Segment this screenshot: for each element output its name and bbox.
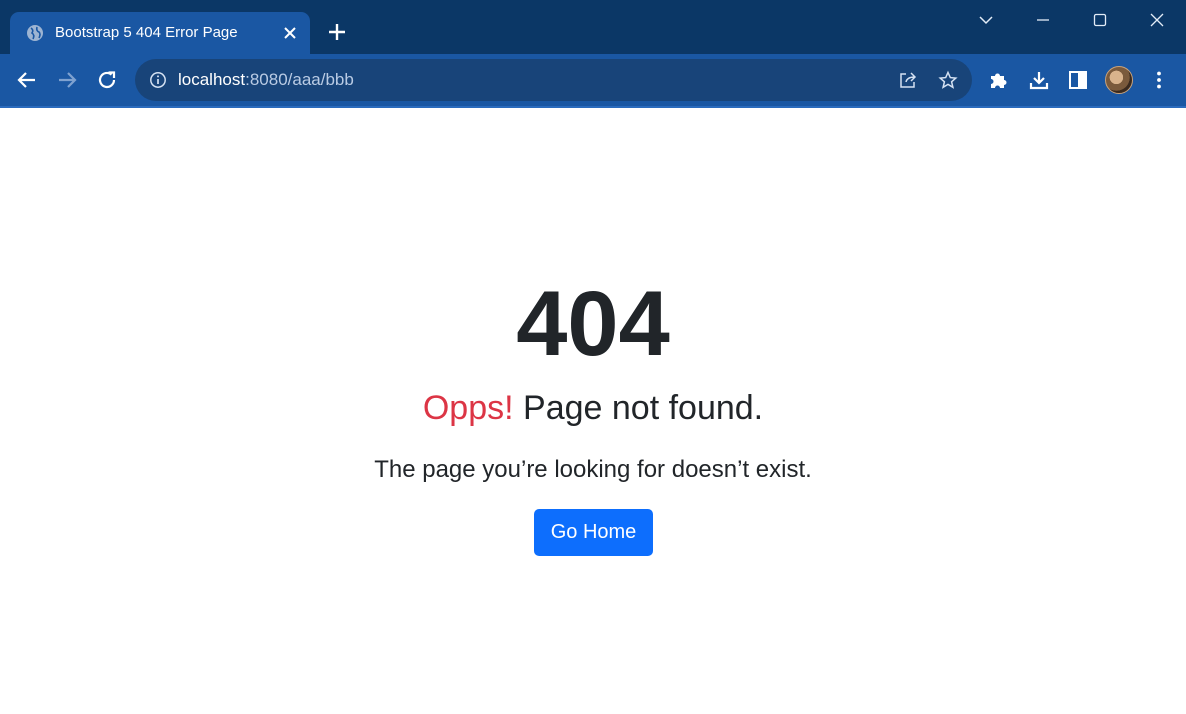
maximize-icon[interactable] [1090, 10, 1110, 30]
bookmark-star-icon[interactable] [938, 70, 958, 90]
info-icon[interactable] [149, 71, 167, 89]
url-host: localhost [178, 70, 246, 89]
forward-arrow-icon[interactable] [56, 69, 78, 91]
close-window-icon[interactable] [1147, 10, 1167, 30]
tab-search-icon[interactable] [976, 10, 996, 30]
new-tab-icon[interactable] [326, 21, 348, 43]
headline-text: Page not found. [513, 389, 764, 427]
address-bar[interactable]: localhost:8080/aaa/bbb [135, 59, 972, 101]
go-home-button[interactable]: Go Home [534, 509, 653, 556]
url-text[interactable]: localhost:8080/aaa/bbb [178, 70, 354, 90]
reload-icon[interactable] [96, 69, 118, 91]
share-icon[interactable] [898, 70, 918, 90]
headline-accent: Opps! [422, 389, 514, 427]
side-panel-icon[interactable] [1067, 69, 1089, 91]
extensions-puzzle-icon[interactable] [987, 69, 1009, 91]
close-tab-icon[interactable] [282, 25, 298, 41]
browser-tab[interactable]: Bootstrap 5 404 Error Page [10, 12, 310, 54]
url-path: :8080/aaa/bbb [245, 70, 354, 89]
menu-kebab-icon[interactable] [1148, 69, 1170, 91]
back-arrow-icon[interactable] [16, 69, 38, 91]
browser-toolbar: localhost:8080/aaa/bbb [0, 54, 1186, 106]
profile-avatar[interactable] [1105, 66, 1133, 94]
error-message: The page you’re looking for doesn’t exis… [374, 456, 812, 483]
error-headline: Opps! Page not found. [0, 388, 1186, 429]
globe-icon [27, 25, 43, 41]
error-code: 404 [516, 273, 670, 375]
tab-title: Bootstrap 5 404 Error Page [55, 24, 238, 41]
download-icon[interactable] [1028, 69, 1050, 91]
minimize-icon[interactable] [1033, 10, 1053, 30]
page-content: 404 Opps! Page not found. The page you’r… [0, 108, 1186, 714]
browser-titlebar: Bootstrap 5 404 Error Page [0, 0, 1186, 54]
